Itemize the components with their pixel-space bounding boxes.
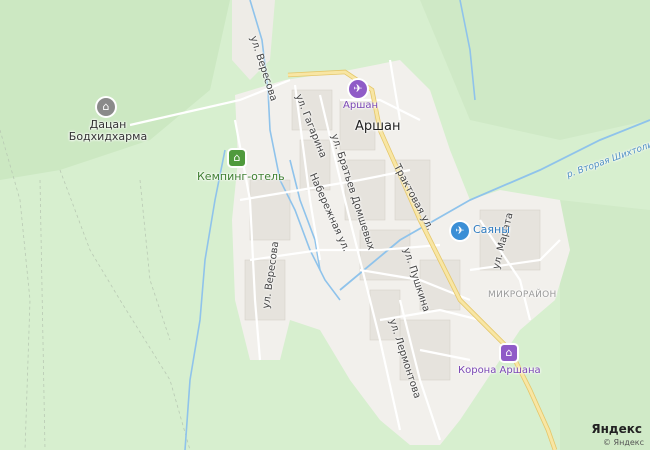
town-label: Аршан — [355, 119, 401, 134]
district-label: МИКРОРАЙОН — [488, 290, 557, 300]
poi-label-korona[interactable]: Корона Аршана — [458, 365, 541, 376]
yandex-logo-text: Яндекс — [591, 422, 642, 436]
poi-label-datsan[interactable]: Дацан Бодхидхарма — [68, 119, 148, 143]
map-background — [0, 0, 650, 450]
sanatorium-icon[interactable]: ✈ — [451, 222, 469, 240]
hotel-icon[interactable]: ⌂ — [229, 150, 245, 166]
copyright-text[interactable]: © Яндекс — [603, 438, 644, 447]
map-canvas[interactable]: Аршан МИКРОРАЙОН р. Вторая Шихтолина ул.… — [0, 0, 650, 450]
temple-icon[interactable]: ⌂ — [97, 98, 115, 116]
yandex-logo[interactable]: Яндекс — [591, 422, 642, 436]
sanatorium-icon[interactable]: ✈ — [349, 80, 367, 98]
poi-label-arshan[interactable]: Аршан — [343, 100, 378, 111]
poi-label-camping[interactable]: Кемпинг-отель — [197, 170, 285, 183]
poi-label-sayany[interactable]: Саяны — [473, 223, 510, 236]
hotel-icon[interactable]: ⌂ — [501, 345, 517, 361]
